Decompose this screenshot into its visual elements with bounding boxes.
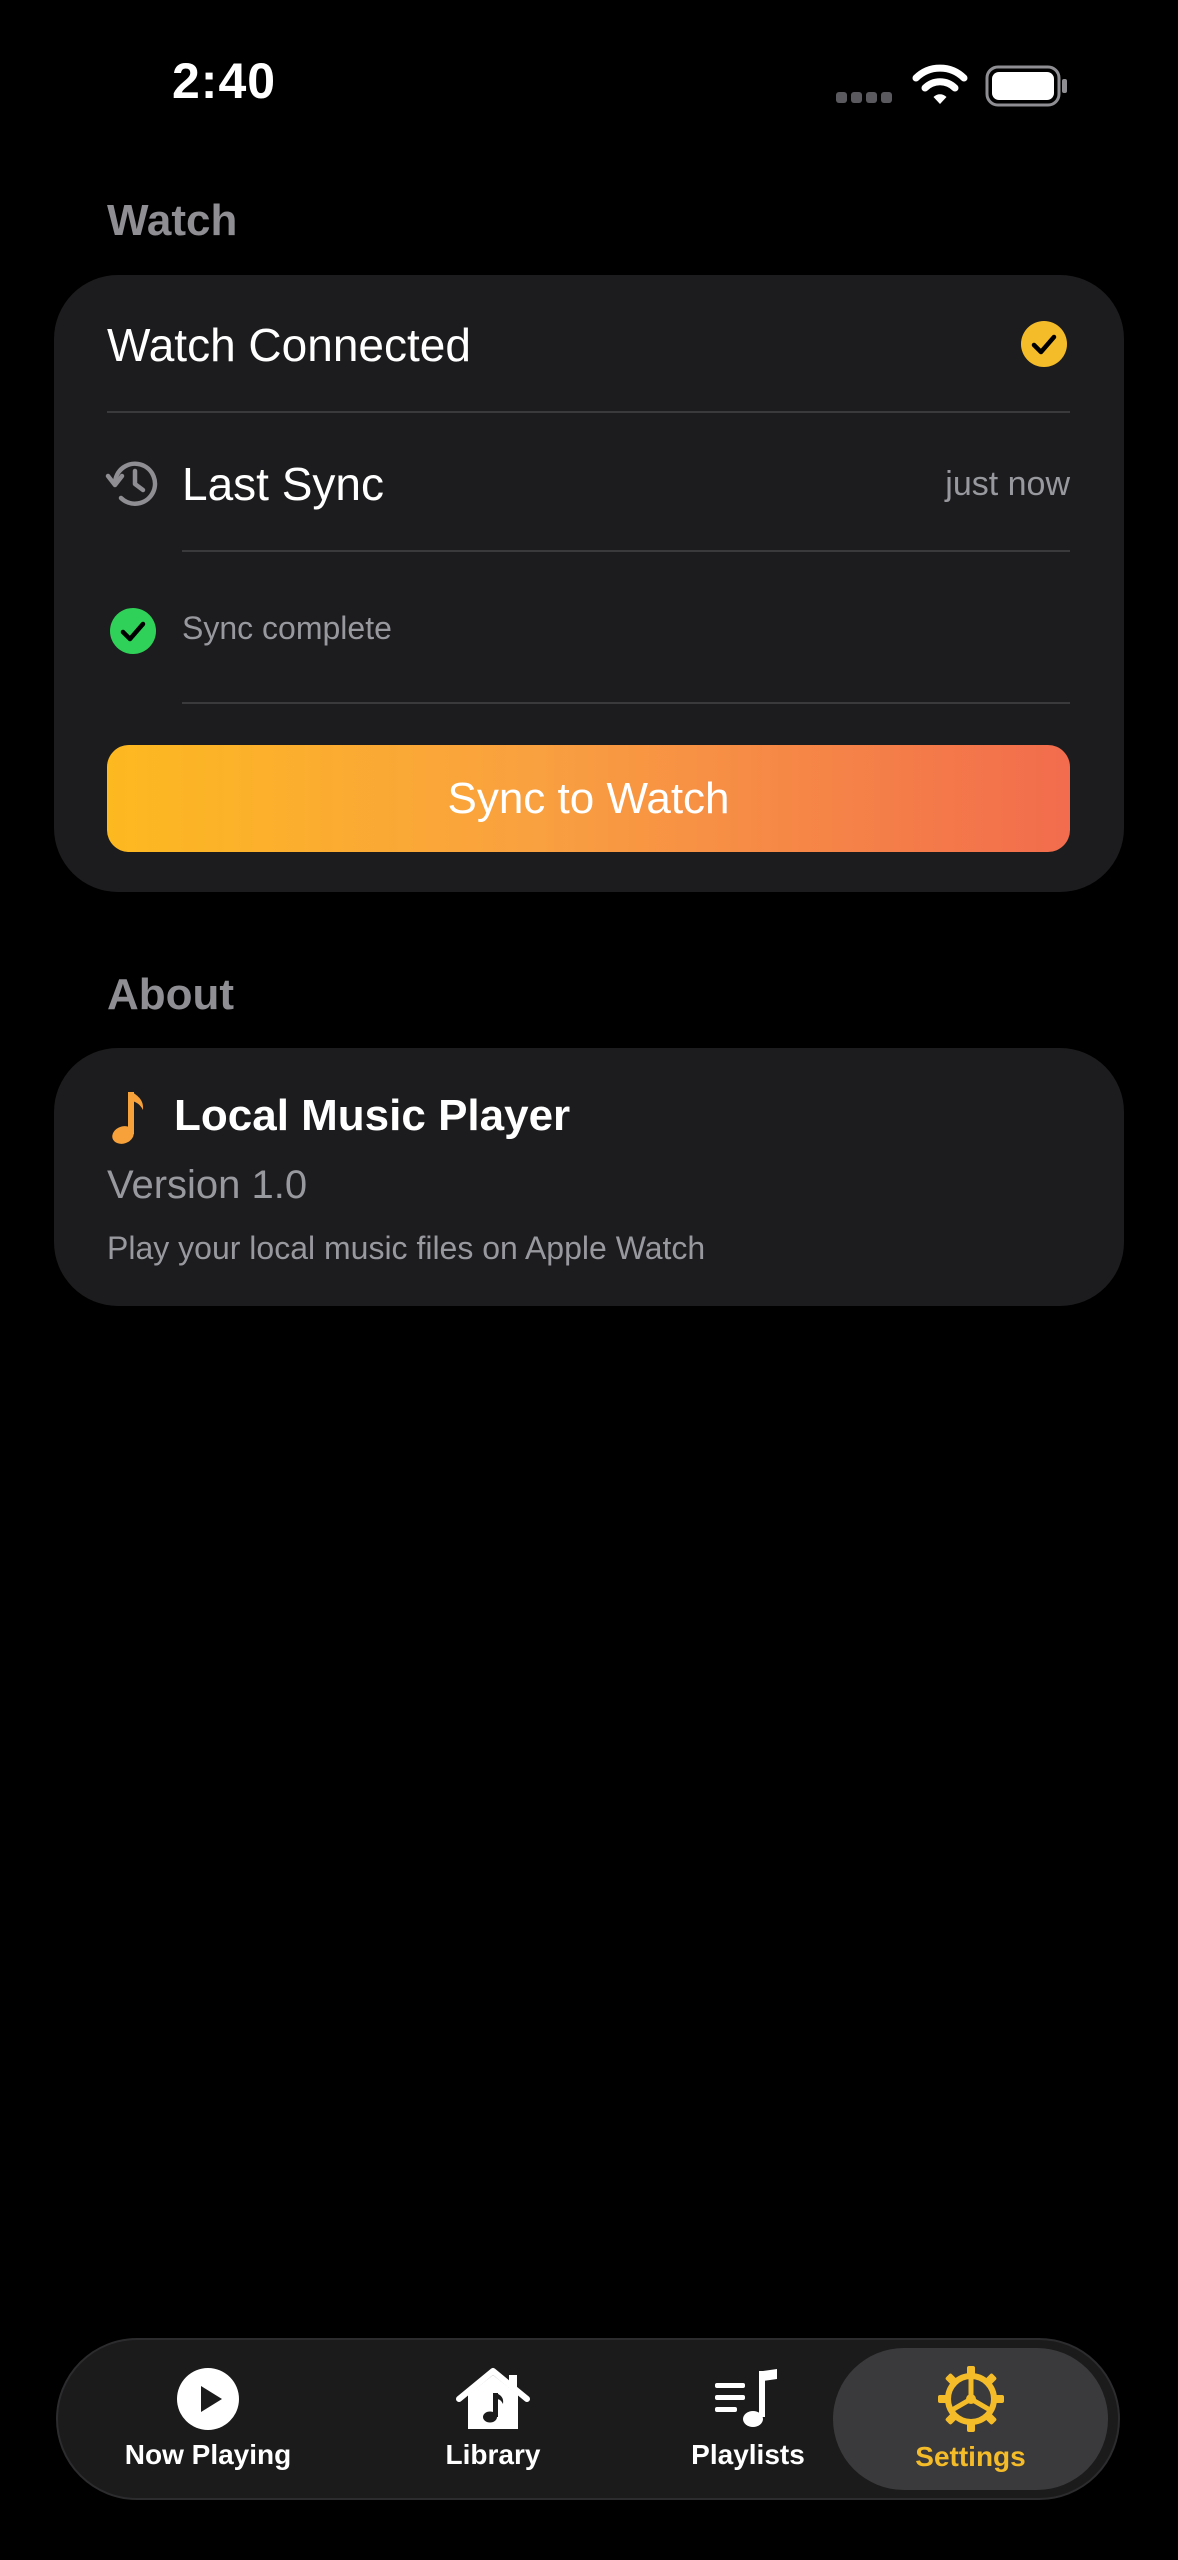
about-card: Local Music Player Version 1.0 Play your… — [54, 1048, 1124, 1306]
play-circle-icon — [177, 2368, 239, 2430]
status-time: 2:40 — [172, 53, 277, 109]
tab-playlists[interactable]: Playlists — [628, 2340, 868, 2498]
tab-settings[interactable]: Settings — [833, 2348, 1108, 2490]
divider — [107, 411, 1070, 413]
tab-library[interactable]: Library — [373, 2340, 613, 2498]
playlist-icon — [715, 2369, 777, 2427]
music-note-icon — [112, 1092, 144, 1144]
house-music-icon — [456, 2368, 530, 2429]
tab-label: Playlists — [691, 2439, 805, 2470]
divider — [182, 550, 1070, 552]
tab-bar: Now Playing Library Playlists Settings — [56, 2338, 1120, 2500]
tab-label: Now Playing — [124, 2439, 292, 2470]
watch-connected-label: Watch Connected — [107, 319, 471, 371]
clock-history-icon — [105, 461, 158, 506]
app-name: Local Music Player — [174, 1091, 571, 1140]
gear-icon — [937, 2366, 1004, 2432]
divider — [182, 702, 1070, 704]
about-section-title: About — [107, 970, 235, 1019]
battery-icon — [985, 65, 1067, 107]
wifi-icon — [912, 64, 968, 104]
tab-label: Settings — [915, 2441, 1026, 2472]
tab-now-playing[interactable]: Now Playing — [58, 2340, 358, 2498]
app-version: Version 1.0 — [107, 1163, 308, 1207]
sync-to-watch-button[interactable]: Sync to Watch — [107, 745, 1070, 852]
sync-status-text: Sync complete — [182, 610, 392, 646]
app-description: Play your local music files on Apple Wat… — [107, 1230, 706, 1266]
watch-section-title: Watch — [107, 196, 238, 245]
last-sync-value: just now — [945, 465, 1070, 503]
tab-label: Library — [445, 2439, 541, 2470]
last-sync-label: Last Sync — [182, 458, 384, 510]
cellular-signal-icon — [836, 92, 892, 103]
checkmark-circle-icon — [1021, 321, 1067, 367]
success-check-icon — [110, 608, 156, 654]
